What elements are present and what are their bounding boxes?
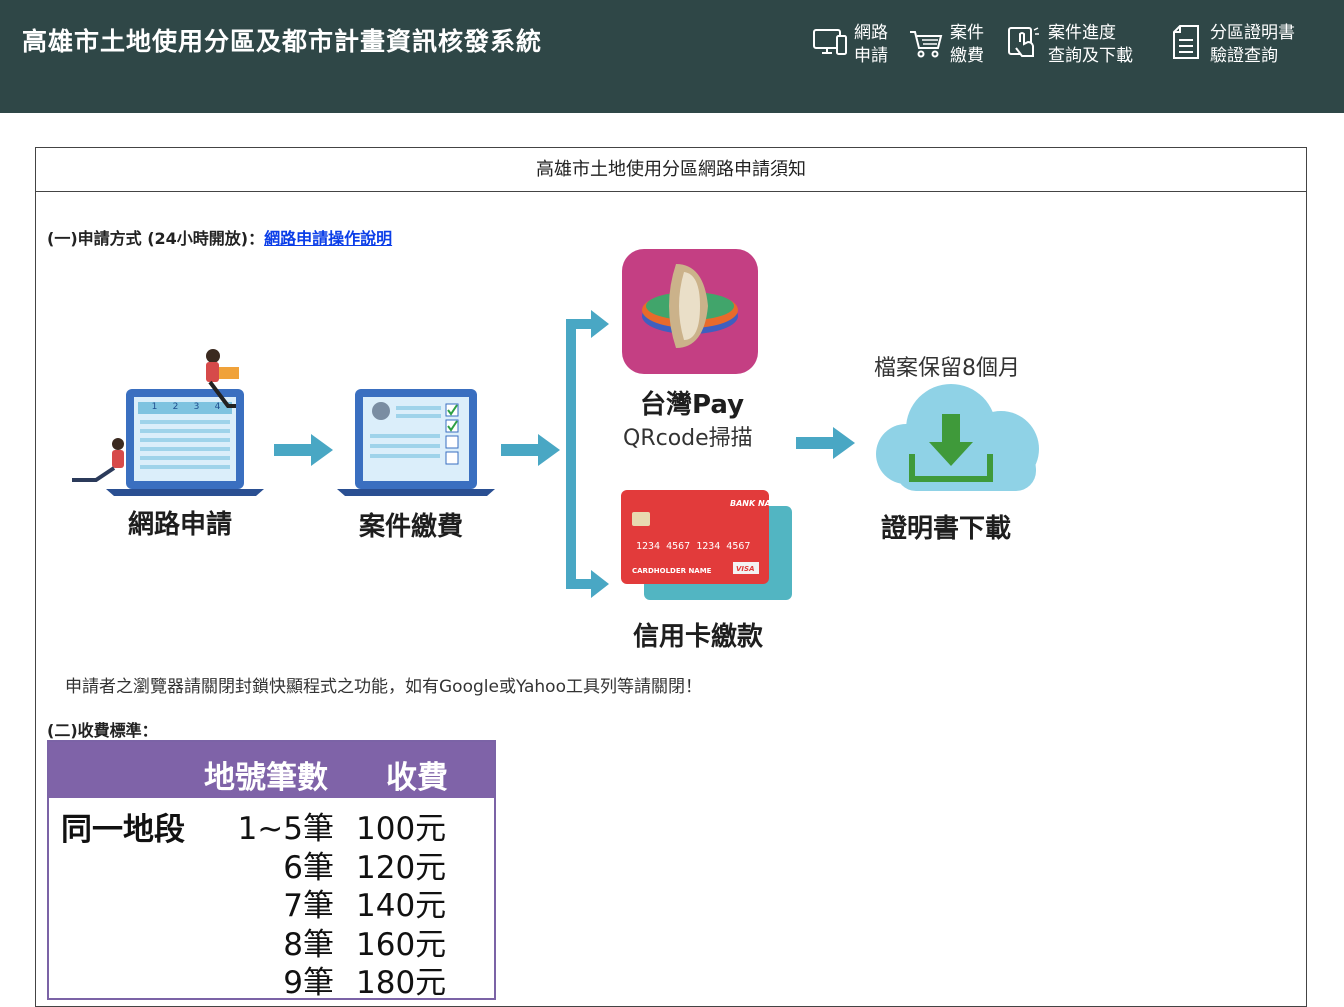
taiwanpay-subtitle: QRcode掃描 bbox=[623, 426, 753, 451]
arrow-to-taiwanpay bbox=[571, 310, 609, 338]
arrow-to-creditcard bbox=[571, 570, 609, 598]
table-row: 9筆 180元 bbox=[49, 957, 494, 998]
application-notice: 高雄市土地使用分區網路申請須知 (一)申請方式 (24小時開放)：網路申請操作說… bbox=[35, 147, 1307, 1007]
table-row: 8筆 160元 bbox=[49, 919, 494, 963]
nav-label-line1: 案件 bbox=[950, 23, 984, 43]
nav-case-payment[interactable]: 案件 繳費 bbox=[908, 22, 984, 68]
progress-steps: 1 2 3 4 bbox=[144, 402, 228, 414]
step-certificate-download: 證明書下載 bbox=[881, 514, 1012, 544]
nav-label-line2: 申請 bbox=[854, 46, 888, 66]
table-row: 1~5筆 100元 bbox=[49, 803, 494, 847]
progress-step: 4 bbox=[214, 402, 221, 412]
nav-label-line2: 繳費 bbox=[950, 46, 984, 66]
table-row: 7筆 140元 bbox=[49, 880, 494, 924]
nav-certificate-verify[interactable]: 分區證明書 驗證查詢 bbox=[1168, 22, 1295, 68]
arrow-1 bbox=[274, 434, 333, 466]
section2-heading: (二)收費標準： bbox=[47, 721, 158, 740]
split-bracket bbox=[566, 319, 576, 589]
nav-online-application[interactable]: 網路 申請 bbox=[812, 22, 888, 68]
laptop-payment-illustration bbox=[337, 389, 495, 496]
card-holder: CARDHOLDER NAME bbox=[632, 567, 712, 575]
laptop-application-illustration bbox=[72, 349, 264, 496]
progress-step: 2 bbox=[172, 402, 179, 412]
fee-table-header: 地號筆數 收費 bbox=[49, 742, 494, 798]
header-fee: 收費 bbox=[386, 760, 448, 796]
cloud-download-icon bbox=[876, 384, 1039, 491]
cart-icon bbox=[910, 31, 943, 58]
card-number: 1234 4567 1234 4567 bbox=[636, 541, 750, 552]
card-bank-name: BANK NAME bbox=[730, 499, 785, 508]
retention-note: 檔案保留8個月 bbox=[874, 356, 1020, 381]
parcel-count-cell: 9筆 bbox=[283, 965, 334, 1000]
nav-case-progress[interactable]: 案件進度 查詢及下載 bbox=[1006, 22, 1133, 68]
devices-icon bbox=[813, 29, 847, 55]
nav-label-line1: 網路 bbox=[854, 23, 888, 43]
notice-heading: 高雄市土地使用分區網路申請須知 bbox=[36, 148, 1306, 192]
step-online-application: 網路申請 bbox=[128, 510, 233, 540]
arrow-3 bbox=[796, 427, 855, 459]
progress-step: 3 bbox=[193, 402, 200, 412]
fee-cell: 180元 bbox=[356, 965, 447, 1000]
touch-icon bbox=[1008, 27, 1039, 57]
popup-blocker-note: 申請者之瀏覽器請關閉封鎖快顯程式之功能，如有Google或Yahoo工具列等請關… bbox=[65, 677, 702, 697]
step-case-payment: 案件繳費 bbox=[359, 512, 464, 542]
progress-step: 1 bbox=[151, 402, 158, 412]
header-parcel-count: 地號筆數 bbox=[204, 760, 328, 796]
credit-card-illustration: BANK NAME 1234 4567 1234 4567 CARDHOLDER… bbox=[621, 490, 792, 600]
nav-label-line2: 驗證查詢 bbox=[1210, 46, 1278, 66]
nav-label-line1: 案件進度 bbox=[1048, 23, 1116, 43]
card-brand: VISA bbox=[736, 565, 754, 573]
top-header: 高雄市土地使用分區及都市計畫資訊核發系統 網路 申請 案件 繳費 案件進度 查詢… bbox=[0, 0, 1344, 113]
fee-table: 地號筆數 收費 同一地段 1~5筆 100元 6筆 120元 7筆 140元 8… bbox=[47, 740, 496, 1000]
site-title: 高雄市土地使用分區及都市計畫資訊核發系統 bbox=[22, 27, 543, 56]
flow-graphics: BANK NAME 1234 4567 1234 4567 CARDHOLDER… bbox=[72, 249, 1039, 600]
application-flow-diagram: BANK NAME 1234 4567 1234 4567 CARDHOLDER… bbox=[36, 244, 1086, 659]
creditcard-label: 信用卡繳款 bbox=[633, 622, 764, 652]
arrow-2 bbox=[501, 434, 560, 466]
nav-label-line1: 分區證明書 bbox=[1210, 23, 1295, 43]
document-icon bbox=[1173, 25, 1199, 59]
nav-label-line2: 查詢及下載 bbox=[1048, 46, 1133, 66]
table-row: 6筆 120元 bbox=[49, 842, 494, 886]
taiwanpay-title: 台灣Pay bbox=[640, 390, 745, 420]
taiwanpay-app-icon bbox=[622, 249, 758, 374]
